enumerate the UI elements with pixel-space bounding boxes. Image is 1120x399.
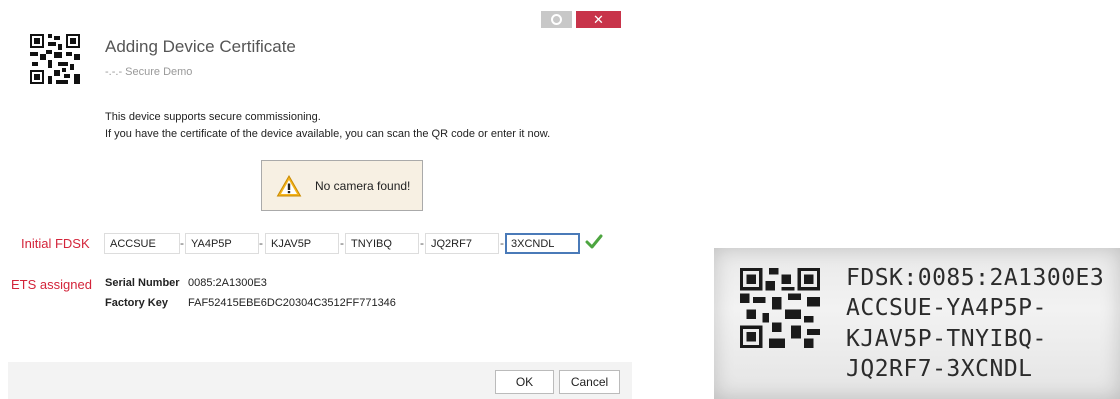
fdsk-separator: - [500, 236, 504, 250]
qr-code-icon [740, 268, 820, 348]
fdsk-segment-3[interactable] [265, 233, 339, 254]
initial-fdsk-label: Initial FDSK [21, 236, 90, 251]
label-key-line-2: KJAV5P-TNYIBQ- [846, 326, 1047, 352]
label-key-line-3: JQ2RF7-3XCNDL [846, 356, 1033, 382]
factory-key-value: FAF52415EBE6DC20304C3512FF771346 [188, 297, 396, 309]
fdsk-segment-1[interactable] [104, 233, 180, 254]
fdsk-separator: - [259, 236, 263, 250]
serial-number-value: 0085:2A1300E3 [188, 277, 267, 289]
fdsk-segment-6[interactable] [505, 233, 580, 254]
gear-icon [551, 14, 562, 25]
cancel-button[interactable]: Cancel [559, 370, 620, 394]
qr-code-icon [30, 34, 80, 84]
dialog-title: Adding Device Certificate [105, 37, 296, 56]
message-line-2: If you have the certificate of the devic… [105, 128, 551, 140]
factory-key-label: Factory Key [105, 297, 168, 309]
label-fdsk-line: FDSK:0085:2A1300E3 [846, 265, 1105, 291]
settings-button[interactable] [541, 11, 572, 28]
fdsk-segment-5[interactable] [425, 233, 499, 254]
close-icon: ✕ [593, 11, 604, 27]
message-line-1: This device supports secure commissionin… [105, 111, 321, 123]
close-button[interactable]: ✕ [576, 11, 621, 28]
serial-number-label: Serial Number [105, 277, 180, 289]
camera-warning-box: No camera found! [261, 160, 423, 211]
fdsk-segment-4[interactable] [345, 233, 419, 254]
ets-assigned-label: ETS assigned [11, 277, 92, 292]
fdsk-separator: - [340, 236, 344, 250]
fdsk-separator: - [420, 236, 424, 250]
warning-triangle-icon [276, 174, 302, 196]
checkmark-icon [585, 234, 603, 249]
fdsk-separator: - [180, 236, 184, 250]
warning-text: No camera found! [315, 178, 411, 193]
dialog-subtitle: -.-.- Secure Demo [105, 66, 193, 78]
fdsk-segment-2[interactable] [185, 233, 259, 254]
ok-button[interactable]: OK [495, 370, 554, 394]
add-certificate-dialog: ✕ Adding Device Certificate -.-.- Secure… [0, 0, 632, 399]
label-key-line-1: ACCSUE-YA4P5P- [846, 295, 1047, 321]
